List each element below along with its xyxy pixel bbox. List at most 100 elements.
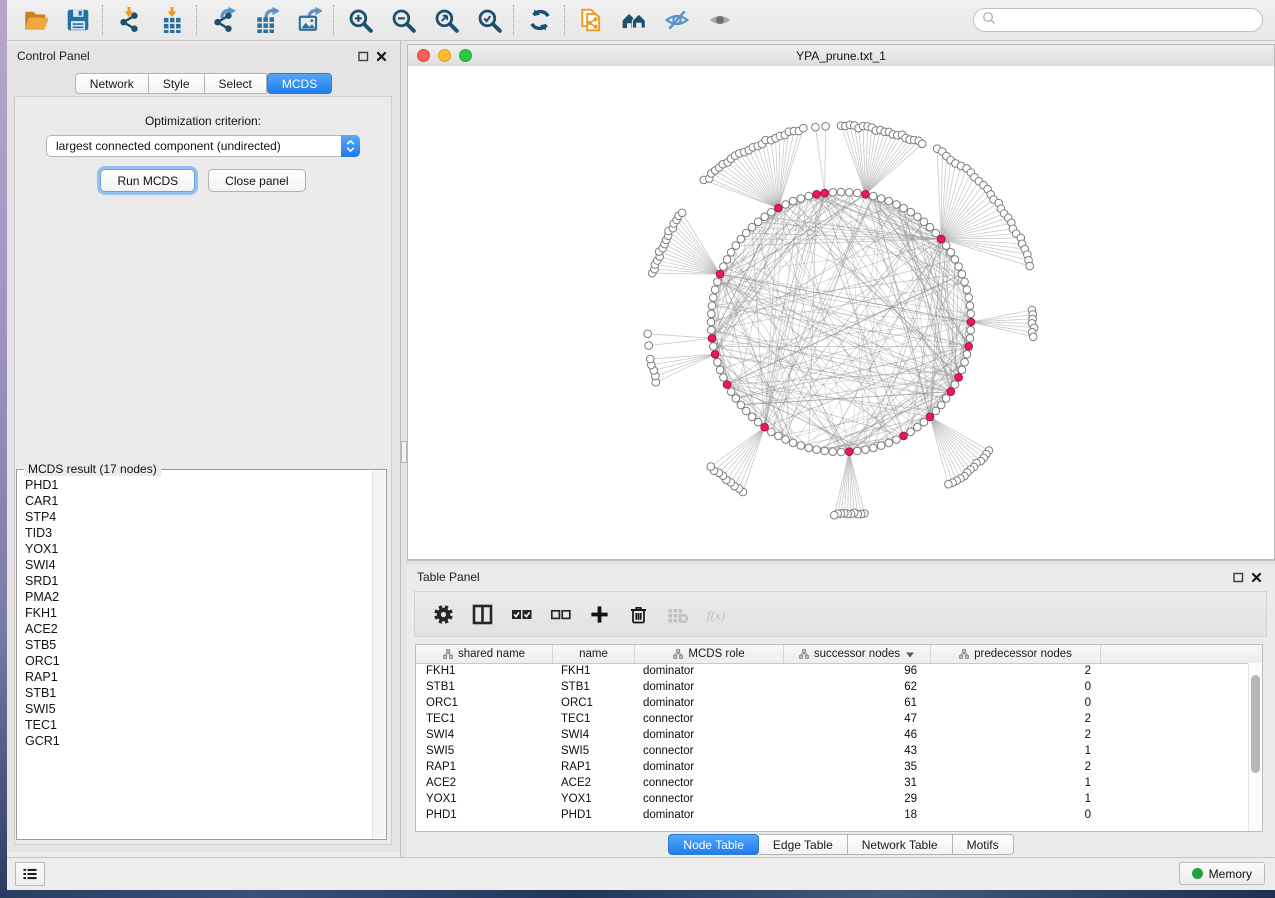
search-field[interactable] — [973, 8, 1263, 32]
graph-node[interactable] — [775, 204, 783, 212]
graph-node[interactable] — [644, 330, 652, 338]
mcds-result-item[interactable]: TEC1 — [25, 717, 373, 733]
tab-edge-table[interactable]: Edge Table — [759, 834, 848, 855]
table-cell[interactable]: dominator — [635, 697, 784, 709]
select-all-button[interactable] — [505, 597, 537, 631]
graph-node[interactable] — [955, 374, 963, 382]
table-cell[interactable]: 46 — [784, 729, 931, 741]
table-row-ACE2[interactable]: ACE2ACE2connector311 — [416, 775, 1249, 791]
tab-network[interactable]: Network — [75, 73, 149, 94]
mcds-result-item[interactable]: YOX1 — [25, 541, 373, 557]
graph-node[interactable] — [965, 294, 973, 302]
table-cell[interactable]: 2 — [931, 665, 1101, 677]
hide-selected-button[interactable] — [655, 4, 698, 36]
tab-mcds[interactable]: MCDS — [267, 73, 332, 94]
zoom-in-button[interactable] — [338, 4, 381, 36]
zoom-fit-button[interactable] — [424, 4, 467, 36]
graph-node[interactable] — [716, 270, 724, 278]
table-cell[interactable]: PHD1 — [416, 809, 553, 821]
graph-node[interactable] — [837, 188, 845, 196]
graph-node[interactable] — [711, 351, 719, 359]
table-cell[interactable]: 2 — [931, 761, 1101, 773]
mcds-result-item[interactable]: PMA2 — [25, 589, 373, 605]
table-cell[interactable]: 18 — [784, 809, 931, 821]
graph-node[interactable] — [877, 442, 885, 450]
mcds-result-item[interactable]: SRD1 — [25, 573, 373, 589]
graph-node[interactable] — [710, 343, 718, 351]
graph-node[interactable] — [727, 249, 735, 257]
graph-node[interactable] — [900, 432, 908, 440]
table-row-RAP1[interactable]: RAP1RAP1dominator352 — [416, 759, 1249, 775]
table-row-STB1[interactable]: STB1STB1dominator620 — [416, 679, 1249, 695]
graph-node[interactable] — [813, 446, 821, 454]
graph-node[interactable] — [900, 204, 908, 212]
graph-node[interactable] — [789, 439, 797, 447]
close-table-panel-icon[interactable] — [1247, 569, 1265, 585]
graph-node[interactable] — [768, 208, 776, 216]
graph-node[interactable] — [920, 218, 928, 226]
graph-node[interactable] — [748, 413, 756, 421]
columns-button[interactable] — [466, 597, 498, 631]
graph-node[interactable] — [748, 223, 756, 231]
mcds-result-item[interactable]: SWI5 — [25, 701, 373, 717]
zoom-window-icon[interactable] — [459, 49, 472, 62]
graph-node[interactable] — [907, 208, 915, 216]
graph-node[interactable] — [707, 318, 715, 326]
graph-node[interactable] — [963, 351, 971, 359]
graph-node[interactable] — [958, 270, 966, 278]
column-header-MCDS-role[interactable]: MCDS role — [635, 645, 784, 663]
table-cell[interactable]: 47 — [784, 713, 931, 725]
graph-node[interactable] — [937, 235, 945, 243]
sort-down-icon[interactable] — [905, 650, 915, 659]
graph-node[interactable] — [707, 463, 715, 471]
graph-node[interactable] — [967, 310, 975, 318]
graph-node[interactable] — [714, 278, 722, 286]
gear-button[interactable] — [427, 597, 459, 631]
table-cell[interactable]: 1 — [931, 793, 1101, 805]
table-cell[interactable]: 62 — [784, 681, 931, 693]
tab-network-table[interactable]: Network Table — [848, 834, 953, 855]
graph-node[interactable] — [782, 201, 790, 209]
graph-node[interactable] — [800, 124, 808, 132]
table-cell[interactable]: ACE2 — [553, 777, 635, 789]
mcds-result-item[interactable]: TID3 — [25, 525, 373, 541]
graph-node[interactable] — [761, 423, 769, 431]
mcds-result-item[interactable]: ACE2 — [25, 621, 373, 637]
graph-node[interactable] — [942, 242, 950, 250]
graph-node[interactable] — [822, 123, 830, 131]
table-cell[interactable]: STB1 — [416, 681, 553, 693]
graph-node[interactable] — [837, 448, 845, 456]
mcds-list-scrollbar[interactable] — [372, 471, 385, 838]
refresh-button[interactable] — [518, 4, 561, 36]
graph-node[interactable] — [966, 302, 974, 310]
table-row-YOX1[interactable]: YOX1YOX1connector291 — [416, 791, 1249, 807]
table-row-FKH1[interactable]: FKH1FKH1dominator962 — [416, 663, 1249, 679]
mcds-result-item[interactable]: RAP1 — [25, 669, 373, 685]
table-cell[interactable]: 1 — [931, 745, 1101, 757]
optimization-criterion-select[interactable]: largest connected component (undirected) — [46, 135, 360, 157]
graph-node[interactable] — [737, 401, 745, 409]
graph-node[interactable] — [967, 326, 975, 334]
graph-node[interactable] — [732, 242, 740, 250]
graph-node[interactable] — [829, 189, 837, 197]
graph-node[interactable] — [907, 428, 915, 436]
table-cell[interactable]: 96 — [784, 665, 931, 677]
table-cell[interactable]: 0 — [931, 809, 1101, 821]
table-cell[interactable]: dominator — [635, 761, 784, 773]
graph-node[interactable] — [862, 446, 870, 454]
graph-node[interactable] — [885, 197, 893, 205]
graph-node[interactable] — [737, 235, 745, 243]
import-network-button[interactable] — [107, 4, 150, 36]
table-row-ORC1[interactable]: ORC1ORC1dominator610 — [416, 695, 1249, 711]
table-cell[interactable]: dominator — [635, 729, 784, 741]
table-cell[interactable]: SWI5 — [416, 745, 553, 757]
table-cell[interactable]: ACE2 — [416, 777, 553, 789]
tab-node-table[interactable]: Node Table — [668, 834, 759, 855]
table-cell[interactable]: 35 — [784, 761, 931, 773]
add-row-button[interactable] — [583, 597, 615, 631]
run-mcds-button[interactable]: Run MCDS — [100, 169, 195, 192]
mcds-result-item[interactable]: SWI4 — [25, 557, 373, 573]
graph-node[interactable] — [821, 447, 829, 455]
network-graph[interactable] — [408, 66, 1274, 559]
delete-row-button[interactable] — [622, 597, 654, 631]
